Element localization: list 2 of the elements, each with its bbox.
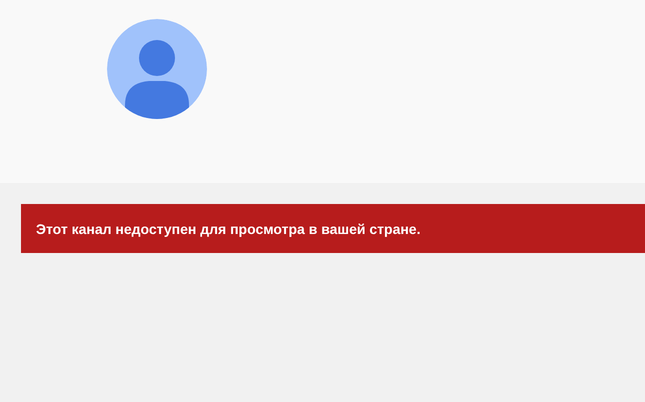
- error-message: Этот канал недоступен для просмотра в вашей стране.: [36, 220, 420, 236]
- avatar-icon: [107, 19, 207, 119]
